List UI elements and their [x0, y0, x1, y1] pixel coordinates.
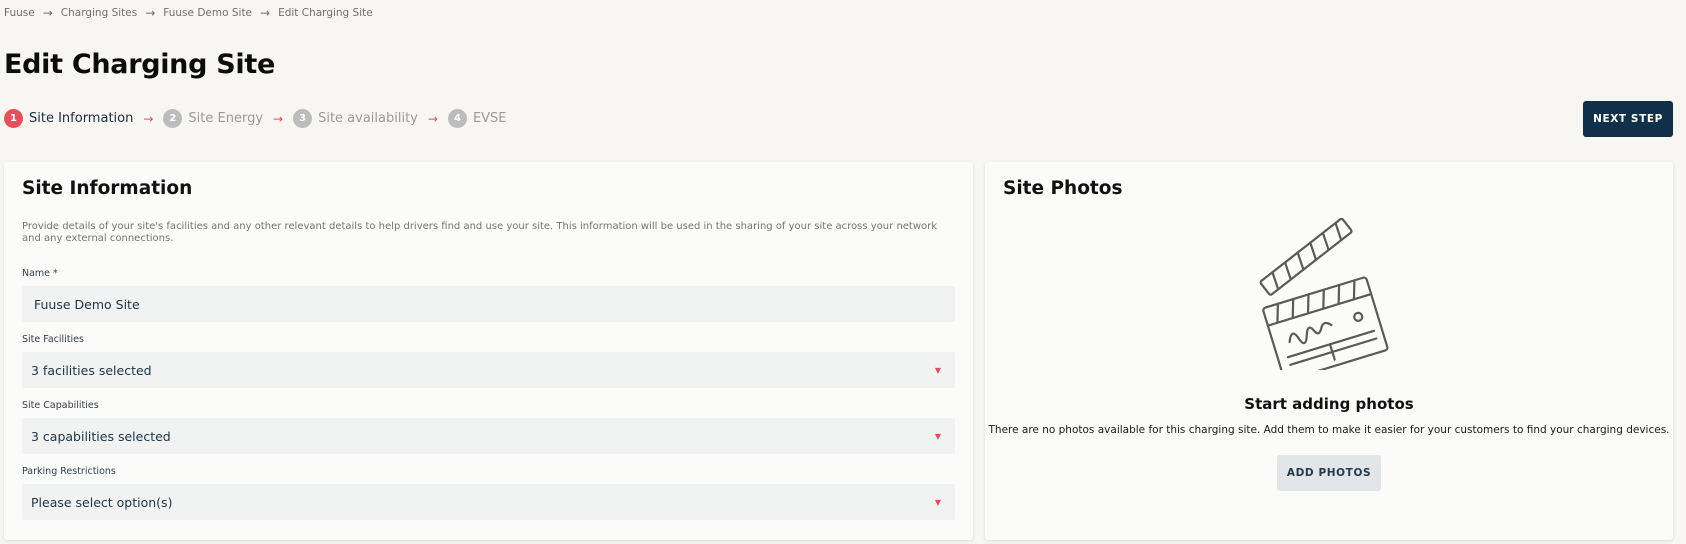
step-evse[interactable]: 4 EVSE [447, 109, 507, 128]
site-facilities-select[interactable]: 3 facilities selected ▼ [22, 352, 955, 388]
step-number: 2 [163, 109, 183, 128]
site-photos-title: Site Photos [1003, 178, 1123, 199]
caret-down-icon: ▼ [934, 431, 941, 441]
name-value: Fuuse Demo Site [34, 296, 140, 312]
parking-restrictions-select[interactable]: Please select option(s) ▼ [22, 484, 955, 520]
step-label: Site Energy [188, 111, 264, 126]
caret-down-icon: ▼ [934, 497, 941, 507]
arrow-right-icon: → [427, 111, 438, 126]
empty-state-description: There are no photos available for this c… [988, 424, 1670, 436]
parking-restrictions-label: Parking Restrictions [22, 466, 116, 477]
arrow-right-icon: → [42, 6, 53, 20]
page-title: Edit Charging Site [4, 49, 275, 80]
clapperboard-icon [1259, 218, 1389, 370]
step-number: 4 [447, 109, 467, 128]
step-label: Site Information [29, 111, 134, 126]
arrow-right-icon: → [273, 111, 284, 126]
add-photos-button[interactable]: ADD PHOTOS [1277, 455, 1381, 491]
site-information-title: Site Information [22, 178, 193, 199]
site-information-description: Provide details of your site's facilitie… [22, 221, 938, 244]
site-facilities-value: 3 facilities selected [31, 362, 152, 378]
breadcrumb-item-fuuse[interactable]: Fuuse [4, 7, 35, 19]
step-site-energy[interactable]: 2 Site Energy [163, 109, 263, 128]
step-label: EVSE [472, 111, 507, 126]
step-label: Site availability [318, 111, 418, 126]
caret-down-icon: ▼ [934, 365, 941, 375]
breadcrumb: Fuuse → Charging Sites → Fuuse Demo Site… [4, 6, 373, 20]
step-number: 3 [293, 109, 313, 128]
name-input[interactable]: Fuuse Demo Site [22, 286, 955, 322]
stepper: 1 Site Information → 2 Site Energy → 3 S… [4, 109, 507, 128]
name-label: Name * [22, 268, 58, 279]
site-facilities-label: Site Facilities [22, 334, 84, 345]
breadcrumb-item-site[interactable]: Fuuse Demo Site [163, 7, 252, 19]
step-site-information[interactable]: 1 Site Information [4, 109, 133, 128]
site-photos-card: Site Photos Start adding photos There ar… [985, 162, 1673, 540]
arrow-right-icon: → [143, 111, 154, 126]
site-capabilities-select[interactable]: 3 capabilities selected ▼ [22, 418, 955, 454]
site-information-card: Site Information Provide details of your… [4, 162, 973, 540]
page: Fuuse → Charging Sites → Fuuse Demo Site… [0, 0, 1686, 544]
step-number: 1 [4, 109, 23, 128]
breadcrumb-item-current: Edit Charging Site [278, 7, 373, 19]
empty-state-title: Start adding photos [1244, 395, 1414, 413]
site-capabilities-value: 3 capabilities selected [31, 428, 171, 444]
step-site-availability[interactable]: 3 Site availability [293, 109, 418, 128]
parking-restrictions-value: Please select option(s) [31, 494, 173, 510]
site-capabilities-label: Site Capabilities [22, 400, 99, 411]
arrow-right-icon: → [260, 6, 271, 20]
arrow-right-icon: → [145, 6, 156, 20]
next-step-button[interactable]: NEXT STEP [1583, 101, 1673, 137]
breadcrumb-item-charging-sites[interactable]: Charging Sites [61, 7, 137, 19]
